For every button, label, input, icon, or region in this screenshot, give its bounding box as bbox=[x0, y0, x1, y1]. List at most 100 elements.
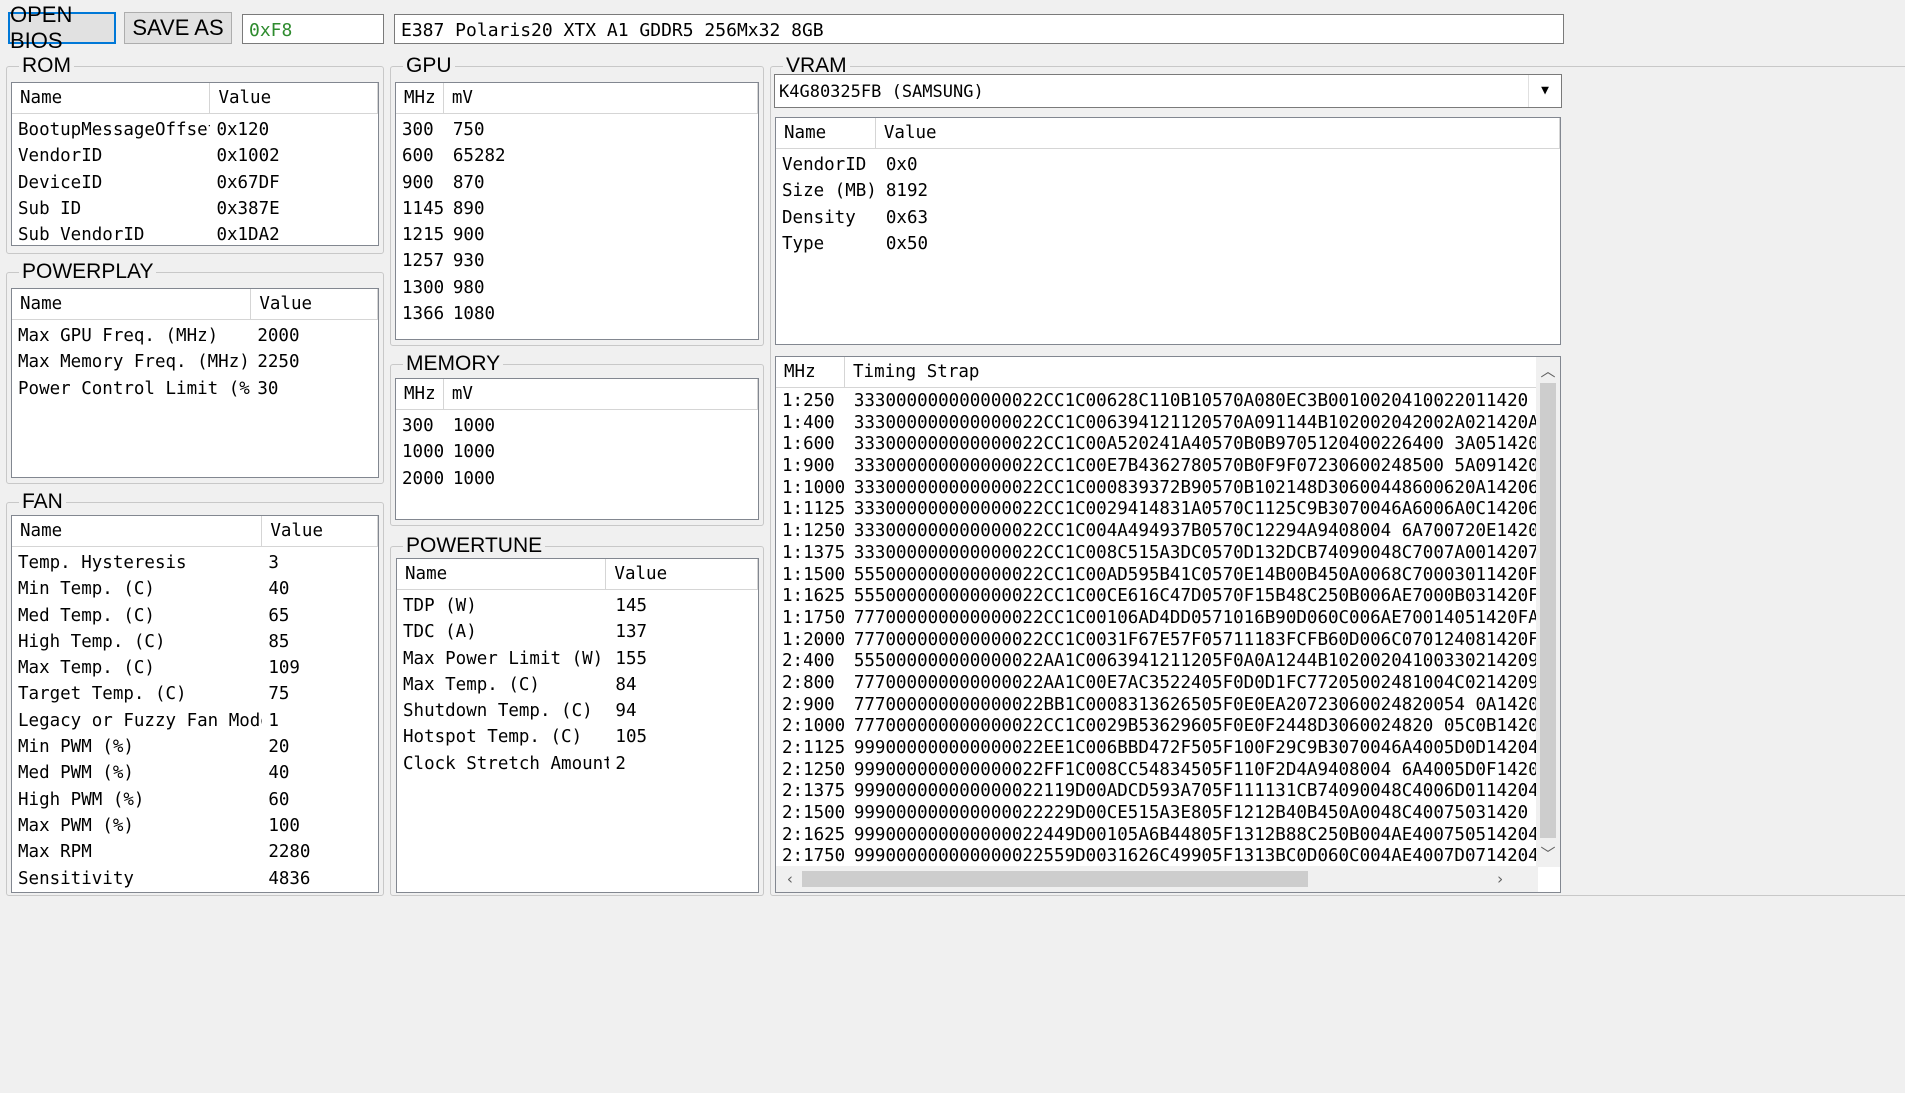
chevron-down-icon[interactable]: ▼ bbox=[1528, 75, 1561, 107]
vram-row[interactable]: Type 0x50 bbox=[776, 231, 1560, 257]
timings-row[interactable]: 2:1625 999000000000000022449D00105A6B4480… bbox=[776, 825, 1536, 847]
powerplay-row[interactable]: Power Control Limit (%) 30 bbox=[12, 376, 378, 402]
gpu-row[interactable]: 900 870 bbox=[396, 170, 758, 196]
timings-row[interactable]: 1:900 333000000000000022CC1C00E7B43627805… bbox=[776, 456, 1536, 478]
scroll-right-icon[interactable]: › bbox=[1488, 867, 1512, 891]
vram-row[interactable]: Density 0x63 bbox=[776, 205, 1560, 231]
scroll-down-icon[interactable]: ﹀ bbox=[1536, 841, 1560, 865]
fan-row[interactable]: Max PWM (%) 100 bbox=[12, 813, 378, 839]
fan-row[interactable]: Acoustic Limit (MHz)1366 bbox=[12, 892, 378, 893]
powerplay-row[interactable]: Max Memory Freq. (MHz) 2250 bbox=[12, 349, 378, 375]
timings-row[interactable]: 2:900 777000000000000022BB1C0008313626505… bbox=[776, 695, 1536, 717]
vram-select[interactable]: K4G80325FB (SAMSUNG) ▼ bbox=[774, 74, 1562, 108]
gpu-header-mhz[interactable]: MHz bbox=[396, 83, 444, 113]
fan-list[interactable]: Name Value Temp. Hysteresis 3 Min Temp. (C… bbox=[11, 515, 379, 893]
timings-row[interactable]: 2:1375 999000000000000022119D00ADCD593A70… bbox=[776, 781, 1536, 803]
fan-row[interactable]: Min Temp. (C) 40 bbox=[12, 576, 378, 602]
memory-row[interactable]: 2000 1000 bbox=[396, 466, 758, 492]
gpu-row[interactable]: 1366 1080 bbox=[396, 301, 758, 327]
scroll-left-icon[interactable]: ‹ bbox=[778, 867, 802, 891]
memory-list[interactable]: MHz mV 300 1000 1000 1000 2000 1000 bbox=[395, 378, 759, 520]
powertune-row[interactable]: Max Power Limit (W) 155 bbox=[397, 646, 758, 672]
vram-info-list[interactable]: Name Value VendorID 0x0 Size (MB) 8192 Densi… bbox=[775, 117, 1561, 345]
timing-vertical-scrollbar[interactable]: ︿ ﹀ bbox=[1536, 357, 1560, 867]
gpu-row[interactable]: 600 65282 bbox=[396, 143, 758, 169]
save-as-button[interactable]: SAVE AS bbox=[124, 12, 232, 44]
rom-row[interactable]: Sub VendorID 0x1DA2 bbox=[12, 222, 378, 245]
timings-row[interactable]: 1:250 333000000000000022CC1C00628C110B105… bbox=[776, 391, 1536, 413]
memory-header-mhz[interactable]: MHz bbox=[396, 379, 444, 409]
timings-row[interactable]: 1:1375 333000000000000022CC1C008C515A3DC0… bbox=[776, 543, 1536, 565]
fan-row[interactable]: Target Temp. (C) 75 bbox=[12, 681, 378, 707]
timings-row[interactable]: 2:1500 999000000000000022229D00CE515A3E80… bbox=[776, 803, 1536, 825]
open-bios-button[interactable]: OPEN BIOS bbox=[8, 2, 116, 53]
powertune-list[interactable]: Name Value TDP (W) 145 TDC (A) 137 Max Power… bbox=[396, 558, 759, 893]
gpu-row[interactable]: 1145 890 bbox=[396, 196, 758, 222]
powertune-header-name[interactable]: Name bbox=[397, 559, 607, 589]
vram-row[interactable]: Size (MB) 8192 bbox=[776, 178, 1560, 204]
powertune-row[interactable]: Clock Stretch Amount 2 bbox=[397, 751, 758, 777]
rom-header-value[interactable]: Value bbox=[210, 83, 378, 113]
timings-row[interactable]: 1:600 333000000000000022CC1C00A520241A405… bbox=[776, 434, 1536, 456]
powerplay-header-value[interactable]: Value bbox=[251, 289, 378, 319]
powerplay-list[interactable]: Name Value Max GPU Freq. (MHz) 2000 Max Me… bbox=[11, 288, 379, 478]
gpu-row[interactable]: 300 750 bbox=[396, 117, 758, 143]
timings-row[interactable]: 1:2000 777000000000000022CC1C0031F67E57F0… bbox=[776, 630, 1536, 652]
timings-row[interactable]: 2:800 777000000000000022AA1C00E7AC3522405… bbox=[776, 673, 1536, 695]
rom-row[interactable]: DeviceID 0x67DF bbox=[12, 170, 378, 196]
fan-row[interactable]: Legacy or Fuzzy Fan Mode 1 bbox=[12, 708, 378, 734]
rom-row[interactable]: Sub ID 0x387E bbox=[12, 196, 378, 222]
timing-header-strap[interactable]: Timing Strap bbox=[845, 357, 1538, 387]
rom-row[interactable]: BootupMessageOffset 0x120 bbox=[12, 117, 378, 143]
powerplay-row[interactable]: Max GPU Freq. (MHz) 2000 bbox=[12, 323, 378, 349]
powertune-row[interactable]: TDC (A) 137 bbox=[397, 619, 758, 645]
fan-row[interactable]: Max Temp. (C) 109 bbox=[12, 655, 378, 681]
vertical-scroll-thumb[interactable] bbox=[1540, 383, 1556, 838]
timings-row[interactable]: 2:1125 999000000000000022EE1C006BBD472F50… bbox=[776, 738, 1536, 760]
fan-row[interactable]: Max RPM 2280 bbox=[12, 839, 378, 865]
vram-header-name[interactable]: Name bbox=[776, 118, 876, 148]
timings-row[interactable]: 1:1250 333000000000000022CC1C004A494937B0… bbox=[776, 521, 1536, 543]
gpu-row[interactable]: 1257 930 bbox=[396, 248, 758, 274]
fan-row[interactable]: Min PWM (%) 20 bbox=[12, 734, 378, 760]
timings-row[interactable]: 1:1125 333000000000000022CC1C0029414831A0… bbox=[776, 499, 1536, 521]
fan-header-value[interactable]: Value bbox=[262, 516, 378, 546]
timings-row[interactable]: 1:1625 555000000000000022CC1C00CE616C47D0… bbox=[776, 586, 1536, 608]
timings-row[interactable]: 2:1000 777000000000000022CC1C0029B5362960… bbox=[776, 716, 1536, 738]
fan-row[interactable]: Sensitivity 4836 bbox=[12, 866, 378, 892]
memory-row[interactable]: 1000 1000 bbox=[396, 439, 758, 465]
fan-row[interactable]: High Temp. (C) 85 bbox=[12, 629, 378, 655]
powertune-header-value[interactable]: Value bbox=[606, 559, 758, 589]
timings-row[interactable]: 1:400 333000000000000022CC1C0063941211205… bbox=[776, 413, 1536, 435]
bios-info-field[interactable]: E387 Polaris20 XTX A1 GDDR5 256Mx32 8GB bbox=[394, 14, 1564, 44]
timings-row[interactable]: 2:1750 999000000000000022559D0031626C4990… bbox=[776, 846, 1536, 868]
horizontal-scroll-thumb[interactable] bbox=[802, 871, 1308, 887]
memory-header-mv[interactable]: mV bbox=[444, 379, 758, 409]
timings-row[interactable]: 2:1250 999000000000000022FF1C008CC5483450… bbox=[776, 760, 1536, 782]
gpu-row[interactable]: 1300 980 bbox=[396, 275, 758, 301]
gpu-row[interactable]: 1215 900 bbox=[396, 222, 758, 248]
timings-row[interactable]: 1:1750 777000000000000022CC1C00106AD4DD05… bbox=[776, 608, 1536, 630]
fan-row[interactable]: Med Temp. (C) 65 bbox=[12, 603, 378, 629]
fan-header-name[interactable]: Name bbox=[12, 516, 263, 546]
rom-row[interactable]: VendorID 0x1002 bbox=[12, 143, 378, 169]
scroll-up-icon[interactable]: ︿ bbox=[1536, 358, 1560, 382]
timing-strap-list[interactable]: MHz Timing Strap 1:250 333000000000000022… bbox=[775, 356, 1561, 893]
checksum-field[interactable]: 0xF8 bbox=[242, 14, 384, 44]
timings-row[interactable]: 1:1500 555000000000000022CC1C00AD595B41C0… bbox=[776, 565, 1536, 587]
powertune-row[interactable]: Hotspot Temp. (C) 105 bbox=[397, 724, 758, 750]
rom-list[interactable]: Name Value BootupMessageOffset 0x120 Vendo… bbox=[11, 82, 379, 246]
vram-header-value[interactable]: Value bbox=[876, 118, 1560, 148]
memory-row[interactable]: 300 1000 bbox=[396, 413, 758, 439]
powertune-row[interactable]: TDP (W) 145 bbox=[397, 593, 758, 619]
fan-row[interactable]: Temp. Hysteresis 3 bbox=[12, 550, 378, 576]
gpu-list[interactable]: MHz mV 300 750 600 65282 900 870 1145 890 1215 90… bbox=[395, 82, 759, 340]
powerplay-header-name[interactable]: Name bbox=[12, 289, 252, 319]
rom-header-name[interactable]: Name bbox=[12, 83, 211, 113]
vram-row[interactable]: VendorID 0x0 bbox=[776, 152, 1560, 178]
gpu-header-mv[interactable]: mV bbox=[444, 83, 758, 113]
timing-header-mhz[interactable]: MHz bbox=[776, 357, 845, 387]
timings-row[interactable]: 1:1000 333000000000000022CC1C000839372B90… bbox=[776, 478, 1536, 500]
fan-row[interactable]: High PWM (%) 60 bbox=[12, 787, 378, 813]
fan-row[interactable]: Med PWM (%) 40 bbox=[12, 760, 378, 786]
